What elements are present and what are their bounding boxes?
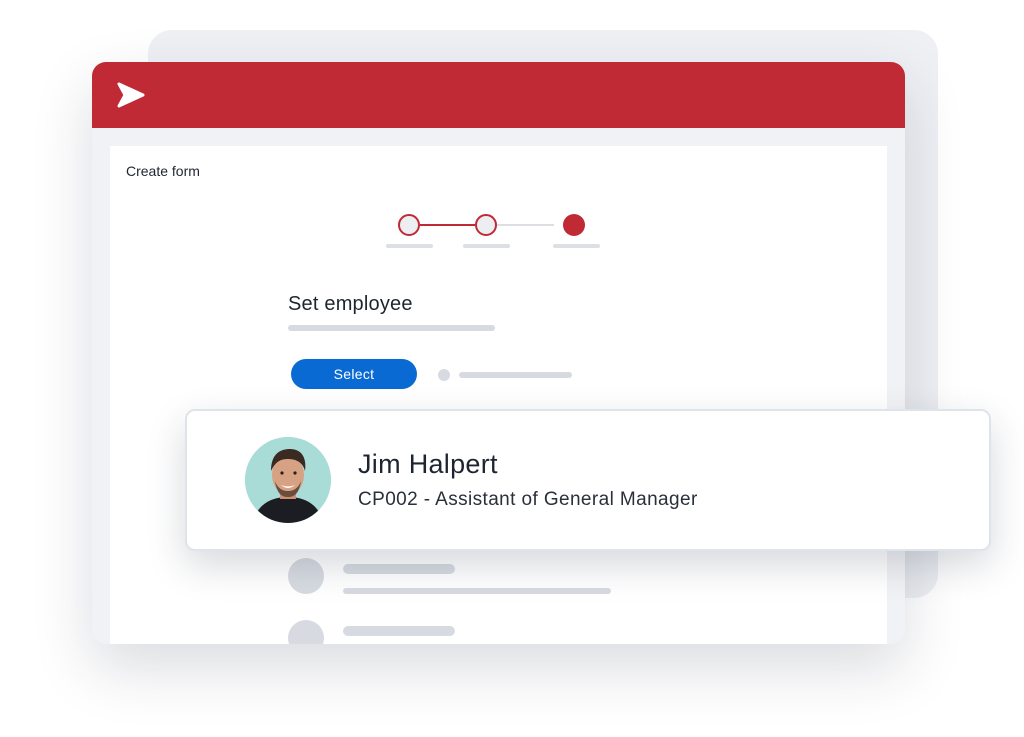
list-item-subtitle-placeholder — [343, 588, 611, 594]
app-window: Create form Set employee Select — [92, 62, 905, 644]
stepper — [380, 210, 620, 260]
section-title: Set employee — [288, 293, 413, 315]
step-connector-1 — [420, 224, 475, 226]
employee-role: CP002 - Assistant of General Manager — [358, 489, 698, 510]
list-item-avatar-placeholder — [288, 558, 324, 594]
form-title: Create form — [126, 163, 200, 179]
step-connector-2 — [497, 224, 554, 226]
step-3-indicator[interactable] — [563, 214, 585, 236]
app-stage: Create form Set employee Select Jim Halp… — [0, 0, 1024, 737]
step-2-indicator[interactable] — [475, 214, 497, 236]
person-photo-icon — [245, 437, 331, 523]
form-panel: Create form Set employee Select — [110, 146, 887, 644]
logo-icon[interactable] — [116, 82, 146, 108]
avatar — [245, 437, 331, 523]
step-3-label-placeholder — [553, 244, 600, 248]
employee-card[interactable]: Jim Halpert CP002 - Assistant of General… — [185, 409, 991, 551]
step-1-indicator[interactable] — [398, 214, 420, 236]
selection-dot-placeholder — [438, 369, 450, 381]
step-2-label-placeholder — [463, 244, 510, 248]
selection-text-placeholder — [459, 372, 572, 378]
select-button[interactable]: Select — [291, 359, 417, 389]
top-bar — [92, 62, 905, 128]
list-item-title-placeholder — [343, 564, 455, 574]
list-item-title-placeholder — [343, 626, 455, 636]
step-1-label-placeholder — [386, 244, 433, 248]
section-title-underline — [288, 325, 495, 331]
employee-name: Jim Halpert — [358, 449, 498, 479]
list-item-avatar-placeholder — [288, 620, 324, 644]
